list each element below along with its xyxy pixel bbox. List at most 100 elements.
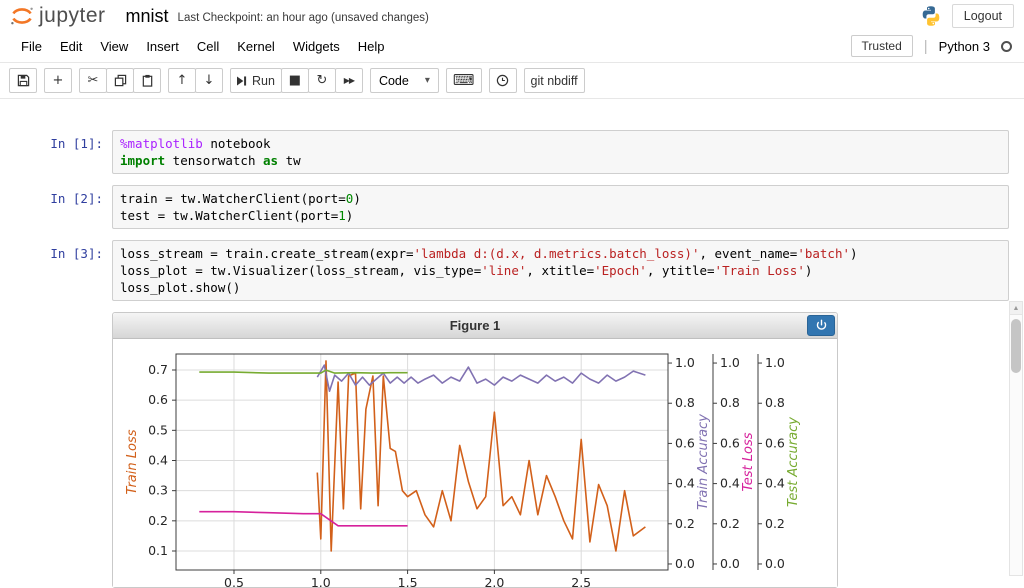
svg-text:0.8: 0.8 xyxy=(720,395,740,410)
code-token: loss_plot = tw.Visualizer(loss_stream, v… xyxy=(120,263,481,278)
code-token: , xtitle= xyxy=(526,263,594,278)
figure-widget: Figure 1 0.51.01.52.02.50.10.20.30.40.50… xyxy=(112,312,838,588)
code-token: ) xyxy=(353,191,361,206)
restart-kernel-button[interactable]: ↻ xyxy=(308,68,336,93)
step-forward-icon xyxy=(237,76,247,86)
series-test-loss xyxy=(199,512,407,526)
input-prompt: In [2]: xyxy=(0,185,112,229)
keyboard-icon: ⌨ xyxy=(453,73,475,88)
clock-icon xyxy=(496,74,509,87)
code-token: import xyxy=(120,153,165,168)
menu-edit[interactable]: Edit xyxy=(51,32,91,61)
move-cell-up-button[interactable]: ↑ xyxy=(168,68,196,93)
menu-cell[interactable]: Cell xyxy=(188,32,228,61)
cell-timing-button[interactable] xyxy=(489,68,517,93)
svg-text:0.8: 0.8 xyxy=(675,395,695,410)
code-input[interactable]: %matplotlib notebookimport tensorwatch a… xyxy=(112,130,1009,174)
code-input[interactable]: loss_stream = train.create_stream(expr='… xyxy=(112,240,1009,301)
floppy-icon xyxy=(17,74,30,87)
jupyter-logo[interactable]: jupyter xyxy=(10,4,106,28)
svg-text:0.0: 0.0 xyxy=(720,556,740,571)
figure-plot: 0.51.01.52.02.50.10.20.30.40.50.60.7Trai… xyxy=(113,339,837,587)
stop-icon: ■ xyxy=(289,74,301,87)
svg-text:0.0: 0.0 xyxy=(675,556,695,571)
svg-text:0.7: 0.7 xyxy=(148,362,168,377)
code-token: as xyxy=(263,153,278,168)
menu-file[interactable]: File xyxy=(12,32,51,61)
code-token: train = tw.WatcherClient(port= xyxy=(120,191,346,206)
code-token: 'lambda d:(d.x, d.metrics.batch_loss)' xyxy=(414,246,700,261)
paste-icon xyxy=(141,74,154,87)
grid-lines xyxy=(176,354,668,570)
right-axis-label-2: Test Loss xyxy=(741,432,756,491)
svg-text:0.2: 0.2 xyxy=(720,516,740,531)
move-cell-down-button[interactable]: ↓ xyxy=(195,68,223,93)
copy-cell-button[interactable] xyxy=(106,68,134,93)
right-axis-1: 0.00.20.40.60.81.0Train Accuracy xyxy=(668,355,711,571)
header-right: Logout xyxy=(920,4,1014,28)
restart-run-all-button[interactable]: ▶▶ xyxy=(335,68,363,93)
svg-text:0.5: 0.5 xyxy=(224,575,244,587)
code-token: loss_stream = train.create_stream(expr= xyxy=(120,246,414,261)
menu-kernel[interactable]: Kernel xyxy=(228,32,284,61)
code-cell: In [1]:%matplotlib notebookimport tensor… xyxy=(0,130,1024,174)
command-palette-button[interactable]: ⌨ xyxy=(446,68,482,93)
svg-text:0.5: 0.5 xyxy=(148,422,168,437)
code-token: ) xyxy=(805,263,813,278)
arrow-down-icon: ↓ xyxy=(204,74,215,87)
save-button[interactable] xyxy=(9,68,37,93)
checkpoint-status: Last Checkpoint: an hour ago (unsaved ch… xyxy=(178,8,429,24)
series-lines xyxy=(199,361,645,551)
svg-text:0.0: 0.0 xyxy=(765,556,785,571)
svg-text:0.3: 0.3 xyxy=(148,483,168,498)
menu-widgets[interactable]: Widgets xyxy=(284,32,349,61)
scrollbar-thumb[interactable] xyxy=(1011,319,1021,373)
notebook-title[interactable]: mnist xyxy=(126,6,169,27)
svg-text:2.0: 2.0 xyxy=(484,575,504,587)
cell-type-value: Code xyxy=(379,74,409,88)
menubar-items: FileEditViewInsertCellKernelWidgetsHelp xyxy=(12,32,394,61)
insert-cell-button[interactable]: + xyxy=(44,68,72,93)
jupyter-logo-icon xyxy=(10,6,34,26)
header: jupyter mnist Last Checkpoint: an hour a… xyxy=(0,0,1024,30)
code-cell: In [2]:train = tw.WatcherClient(port=0)t… xyxy=(0,185,1024,229)
code-token: 'batch' xyxy=(797,246,850,261)
code-token: 'Epoch' xyxy=(594,263,647,278)
paste-cell-button[interactable] xyxy=(133,68,161,93)
kernel-idle-indicator-icon xyxy=(1001,41,1012,52)
figure-canvas[interactable]: 0.51.01.52.02.50.10.20.30.40.50.60.7Trai… xyxy=(113,339,837,587)
code-token: notebook xyxy=(203,136,271,151)
plus-icon: + xyxy=(53,74,64,87)
power-icon xyxy=(815,319,828,332)
series-train-accuracy xyxy=(317,365,645,391)
interrupt-kernel-button[interactable]: ■ xyxy=(281,68,309,93)
cell-type-dropdown[interactable]: Code ▾ xyxy=(370,68,439,93)
menu-view[interactable]: View xyxy=(91,32,137,61)
svg-text:0.6: 0.6 xyxy=(675,435,695,450)
svg-text:0.2: 0.2 xyxy=(675,516,695,531)
svg-text:1.0: 1.0 xyxy=(311,575,331,587)
code-token: tw xyxy=(278,153,301,168)
left-axis-label: Train Loss xyxy=(125,429,140,494)
arrow-up-icon: ↑ xyxy=(177,74,188,87)
output-scrollbar[interactable]: ▲ xyxy=(1009,301,1023,576)
svg-text:0.4: 0.4 xyxy=(675,476,695,491)
trusted-badge[interactable]: Trusted xyxy=(851,35,913,57)
figure-close-button[interactable] xyxy=(807,315,835,336)
right-axis-2: 0.00.20.40.60.81.0Test Loss xyxy=(713,355,756,571)
svg-text:0.8: 0.8 xyxy=(765,395,785,410)
scroll-up-icon[interactable]: ▲ xyxy=(1010,302,1022,315)
code-token: 'line' xyxy=(481,263,526,278)
code-token: 'Train Loss' xyxy=(715,263,805,278)
code-token: ) xyxy=(346,208,354,223)
cut-cell-button[interactable]: ✂ xyxy=(79,68,107,93)
git-nbdiff-button[interactable]: git nbdiff xyxy=(524,68,585,93)
logout-button[interactable]: Logout xyxy=(952,4,1014,28)
svg-text:1.5: 1.5 xyxy=(398,575,418,587)
code-token: loss_plot.show() xyxy=(120,280,240,295)
run-button[interactable]: Run xyxy=(230,68,282,93)
menu-insert[interactable]: Insert xyxy=(137,32,188,61)
python-logo-icon xyxy=(920,5,942,27)
code-input[interactable]: train = tw.WatcherClient(port=0)test = t… xyxy=(112,185,1009,229)
menu-help[interactable]: Help xyxy=(349,32,394,61)
